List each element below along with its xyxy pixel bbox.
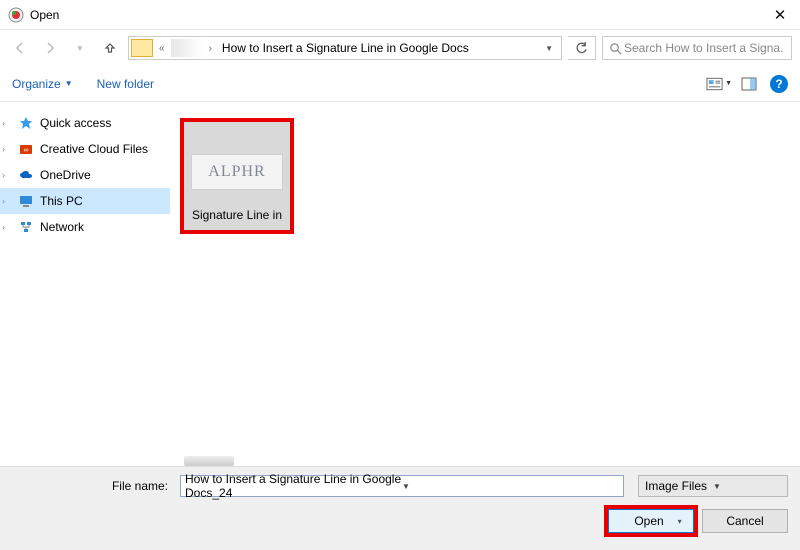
thumbnail-label: Signature Line in <box>188 208 286 222</box>
open-button[interactable]: Open ▾ <box>608 509 694 533</box>
creative-cloud-icon: ∞ <box>18 141 34 157</box>
dialog-footer: File name: How to Insert a Signature Lin… <box>0 466 800 550</box>
preview-pane-button[interactable] <box>736 73 762 95</box>
onedrive-icon <box>18 167 34 183</box>
open-button-label: Open <box>634 514 663 528</box>
chevron-down-icon: ▼ <box>65 79 73 88</box>
sidebar-item-label: Quick access <box>40 116 111 130</box>
new-folder-label: New folder <box>97 77 154 91</box>
thumbnail-preview-text: ALPHR <box>208 163 265 181</box>
app-icon <box>8 7 24 23</box>
file-thumbnail[interactable]: ALPHR Signature Line in <box>184 122 290 230</box>
sidebar-item-quick-access[interactable]: › Quick access <box>0 110 170 136</box>
chevron-down-icon: ▼ <box>725 80 732 87</box>
folder-icon <box>131 39 153 57</box>
sidebar-item-this-pc[interactable]: › This PC <box>0 188 170 214</box>
refresh-button[interactable] <box>568 36 596 60</box>
breadcrumb-overflow[interactable]: « <box>155 43 169 54</box>
up-button[interactable] <box>98 36 122 60</box>
sidebar-item-creative-cloud[interactable]: › ∞ Creative Cloud Files <box>0 136 170 162</box>
filename-value: How to Insert a Signature Line in Google… <box>185 472 402 500</box>
search-icon <box>609 42 622 55</box>
quick-access-icon <box>18 115 34 131</box>
help-button[interactable]: ? <box>770 75 788 93</box>
chevron-down-icon[interactable]: ▼ <box>713 482 781 491</box>
cancel-button-label: Cancel <box>726 514 763 528</box>
expand-icon[interactable]: › <box>2 222 5 232</box>
search-input[interactable] <box>622 40 785 56</box>
partial-thumbnail[interactable] <box>184 456 234 466</box>
this-pc-icon <box>18 193 34 209</box>
toolbar: Organize ▼ New folder ▼ ? <box>0 66 800 102</box>
sidebar-item-label: This PC <box>40 194 83 208</box>
expand-icon[interactable]: › <box>2 196 5 206</box>
address-bar[interactable]: « › How to Insert a Signature Line in Go… <box>128 36 562 60</box>
close-button[interactable]: ✕ <box>760 0 800 30</box>
cancel-button[interactable]: Cancel <box>702 509 788 533</box>
recent-dropdown[interactable]: ▼ <box>68 36 92 60</box>
svg-text:∞: ∞ <box>24 147 29 154</box>
search-box[interactable] <box>602 36 792 60</box>
new-folder-button[interactable]: New folder <box>97 77 154 91</box>
expand-icon[interactable]: › <box>2 170 5 180</box>
file-list-pane[interactable]: ALPHR Signature Line in <box>170 102 800 466</box>
filetype-filter[interactable]: Image Files ▼ <box>638 475 788 497</box>
chevron-down-icon[interactable]: ▼ <box>402 482 619 491</box>
network-icon <box>18 219 34 235</box>
forward-button[interactable] <box>38 36 62 60</box>
expand-icon[interactable]: › <box>2 118 5 128</box>
nav-bar: ▼ « › How to Insert a Signature Line in … <box>0 30 800 66</box>
window-title: Open <box>30 8 760 22</box>
address-dropdown-icon[interactable]: ▼ <box>539 44 559 53</box>
filter-label: Image Files <box>645 479 713 493</box>
sidebar: › Quick access › ∞ Creative Cloud Files … <box>0 102 170 466</box>
sidebar-item-label: Network <box>40 220 84 234</box>
sidebar-item-network[interactable]: › Network <box>0 214 170 240</box>
view-mode-button[interactable]: ▼ <box>706 73 732 95</box>
title-bar: Open ✕ <box>0 0 800 30</box>
back-button[interactable] <box>8 36 32 60</box>
sidebar-item-label: Creative Cloud Files <box>40 142 148 156</box>
filename-combobox[interactable]: How to Insert a Signature Line in Google… <box>180 475 624 497</box>
thumbnail-preview: ALPHR <box>191 154 283 190</box>
expand-icon[interactable]: › <box>2 144 5 154</box>
split-chevron-icon[interactable]: ▾ <box>678 517 682 526</box>
sidebar-item-onedrive[interactable]: › OneDrive <box>0 162 170 188</box>
breadcrumb-chevron[interactable]: › <box>205 43 216 54</box>
breadcrumb-current[interactable]: How to Insert a Signature Line in Google… <box>218 41 537 55</box>
filename-label: File name: <box>12 479 172 493</box>
organize-label: Organize <box>12 77 61 91</box>
sidebar-item-label: OneDrive <box>40 168 91 182</box>
main-area: › Quick access › ∞ Creative Cloud Files … <box>0 102 800 466</box>
organize-menu[interactable]: Organize ▼ <box>12 77 73 91</box>
breadcrumb-faded-segment[interactable] <box>171 39 203 57</box>
